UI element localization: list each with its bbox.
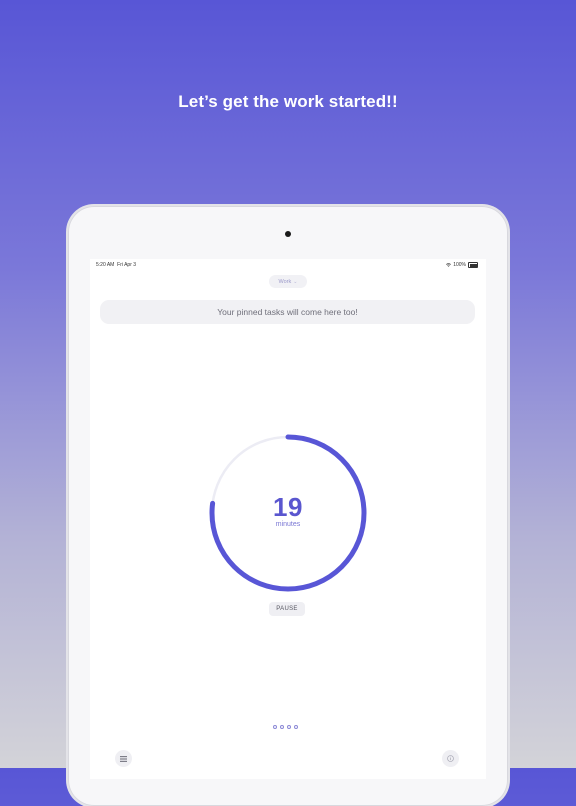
status-right: 100%	[446, 262, 478, 268]
page-dot[interactable]	[273, 725, 277, 729]
page-dot[interactable]	[287, 725, 291, 729]
task-list-button[interactable]	[115, 750, 132, 767]
info-icon	[447, 755, 454, 762]
mode-selector-button[interactable]: Work ⌄	[269, 275, 307, 288]
timer-value: 19	[273, 492, 303, 522]
status-bar: 5:20 AM Fri Apr 3 100%	[90, 259, 486, 269]
mode-selector-label: Work	[278, 278, 292, 285]
pause-button[interactable]: PAUSE	[269, 602, 305, 616]
pinned-tasks-text: Your pinned tasks will come here too!	[217, 307, 358, 317]
battery-icon	[468, 262, 478, 268]
wifi-icon	[446, 263, 452, 267]
info-button[interactable]	[442, 750, 459, 767]
status-time-date: 5:20 AM Fri Apr 3	[96, 262, 136, 268]
timer-unit: minutes	[275, 521, 301, 528]
page-dot[interactable]	[280, 725, 284, 729]
status-date: Fri Apr 3	[117, 262, 137, 268]
front-camera	[285, 231, 291, 237]
list-icon	[120, 755, 127, 762]
app-screen: 5:20 AM Fri Apr 3 100% Work ⌄ Your pinne…	[90, 259, 486, 779]
chevron-down-icon: ⌄	[293, 278, 298, 285]
page-dot[interactable]	[294, 725, 298, 729]
status-time: 5:20 AM	[96, 262, 115, 268]
pinned-tasks-banner[interactable]: Your pinned tasks will come here too!	[100, 300, 475, 324]
marketing-headline: Let’s get the work started!!	[178, 92, 398, 111]
battery-percent: 100%	[453, 262, 466, 268]
page-indicator[interactable]	[273, 725, 298, 729]
